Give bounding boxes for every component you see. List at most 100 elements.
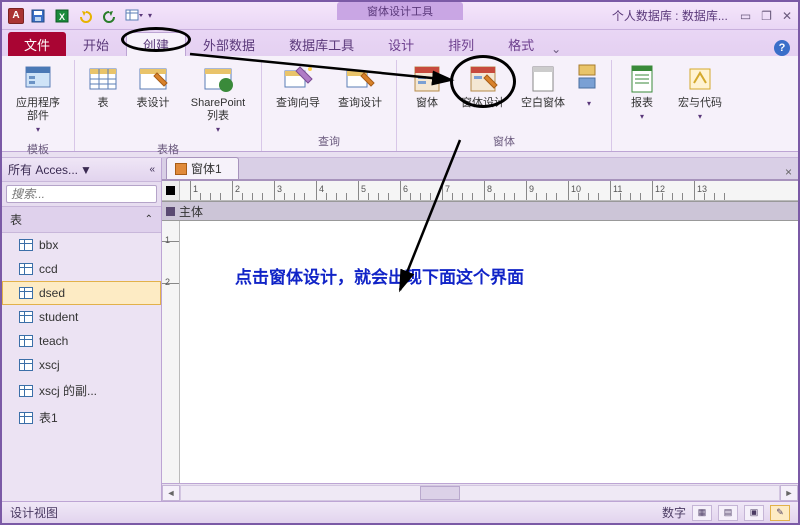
macro-button[interactable]: 宏与代码▾ — [670, 60, 730, 126]
nav-item[interactable]: xscj 的副... — [2, 377, 161, 404]
scroll-thumb[interactable] — [420, 486, 460, 500]
group-reports-macros: 报表▾ 宏与代码▾ — [612, 60, 738, 151]
horizontal-scrollbar[interactable]: ◄ ► — [162, 483, 798, 501]
query-design-icon — [344, 63, 376, 95]
table-design-button[interactable]: 表设计 — [129, 60, 177, 113]
tab-create[interactable]: 创建 — [126, 32, 186, 56]
nav-item[interactable]: teach — [2, 329, 161, 353]
more-forms-button[interactable]: ▾ — [575, 60, 603, 113]
group-tables-label: 表格 — [83, 139, 253, 159]
group-templates-label: 模板 — [10, 139, 66, 159]
file-tab[interactable]: 文件 — [8, 32, 66, 56]
ruler-tick-label: 5 — [361, 184, 366, 194]
undo-icon[interactable] — [76, 6, 96, 26]
view-datasheet-icon[interactable]: ▤ — [718, 505, 738, 521]
nav-group-tables-label: 表 — [10, 211, 22, 228]
nav-item[interactable]: student — [2, 305, 161, 329]
query-design-label: 查询设计 — [338, 97, 382, 110]
select-all-box[interactable] — [166, 186, 175, 195]
sharepoint-button[interactable]: SharePoint 列表▾ — [183, 60, 253, 139]
status-bar: 设计视图 数字 ▦ ▤ ▣ ✎ — [2, 501, 798, 523]
help-icon[interactable]: ? — [774, 40, 790, 56]
table-object-icon — [19, 263, 33, 275]
query-design-button[interactable]: 查询设计 — [332, 60, 388, 113]
query-wizard-icon — [282, 63, 314, 95]
window-controls: ▭ ❐ ✕ — [740, 9, 792, 23]
status-right-text: 数字 — [662, 504, 686, 521]
nav-group-tables[interactable]: 表 ⌃ — [2, 207, 161, 233]
nav-header-label: 所有 Acces... — [8, 161, 78, 178]
table-dropdown-icon[interactable] — [124, 6, 144, 26]
form-canvas[interactable]: 点击窗体设计，就会出现下面这个界面 — [180, 221, 798, 483]
table-button[interactable]: 表 — [83, 60, 123, 113]
chevron-down-icon: ▼ — [80, 163, 92, 177]
tab-format[interactable]: 格式 — [491, 32, 551, 56]
nav-item-label: xscj — [39, 358, 60, 372]
nav-item-label: 表1 — [39, 409, 58, 426]
vertical-ruler: 12 — [162, 221, 180, 483]
close-icon[interactable]: ✕ — [782, 9, 792, 23]
document-tab[interactable]: 窗体1 — [166, 157, 239, 179]
query-wizard-button[interactable]: 查询向导 — [270, 60, 326, 113]
ribbon-tabs: 文件 开始 创建 外部数据 数据库工具 设计 排列 格式 ⌄ ? — [2, 30, 798, 56]
section-header-body[interactable]: 主体 — [162, 201, 798, 221]
nav-item[interactable]: bbx — [2, 233, 161, 257]
vruler-tick-label: 1 — [165, 235, 170, 245]
view-form-icon[interactable]: ▦ — [692, 505, 712, 521]
design-surface[interactable]: 12345678910111213 主体 12 点击窗体设计，就会出现下面这个界… — [162, 180, 798, 483]
app-parts-button[interactable]: 应用程序部件▾ — [10, 60, 66, 139]
main-area: 所有 Acces... ▼ « 🔍 表 ⌃ bbxccddsedstudent t… — [2, 158, 798, 501]
quick-access-toolbar: X ▾ — [28, 6, 152, 26]
app-icon: A — [8, 8, 24, 24]
excel-icon[interactable]: X — [52, 6, 72, 26]
view-layout-icon[interactable]: ▣ — [744, 505, 764, 521]
scroll-right-icon[interactable]: ► — [780, 485, 798, 501]
redo-icon[interactable] — [100, 6, 120, 26]
nav-item[interactable]: ccd — [2, 257, 161, 281]
close-tab-icon[interactable]: × — [785, 165, 792, 179]
document-area: 窗体1 × 12345678910111213 主体 12 点击窗体设计，就会出… — [162, 158, 798, 501]
table-object-icon — [19, 287, 33, 299]
tab-external-data[interactable]: 外部数据 — [186, 32, 272, 56]
qat-customize-icon[interactable]: ▾ — [148, 11, 152, 20]
scroll-left-icon[interactable]: ◄ — [162, 485, 180, 501]
section-selector-icon[interactable] — [166, 207, 175, 216]
view-design-icon[interactable]: ✎ — [770, 505, 790, 521]
nav-search: 🔍 — [2, 182, 161, 207]
nav-item[interactable]: xscj — [2, 353, 161, 377]
form-icon — [411, 63, 443, 95]
collapse-ribbon-icon[interactable]: ⌄ — [551, 42, 561, 56]
collapse-nav-icon[interactable]: « — [149, 164, 155, 175]
blank-form-button[interactable]: 空白窗体 — [517, 60, 569, 113]
report-label: 报表 — [631, 97, 653, 109]
table-object-icon — [19, 335, 33, 347]
nav-item-label: xscj 的副... — [39, 382, 97, 399]
tab-home[interactable]: 开始 — [66, 32, 126, 56]
nav-item[interactable]: 表1 — [2, 404, 161, 431]
nav-item-label: teach — [39, 334, 68, 348]
minimize-icon[interactable]: ▭ — [740, 9, 751, 23]
form-label: 窗体 — [416, 97, 438, 110]
form-button[interactable]: 窗体 — [405, 60, 449, 113]
tab-design[interactable]: 设计 — [371, 32, 431, 56]
scroll-track[interactable] — [180, 485, 780, 501]
search-input[interactable] — [11, 187, 168, 201]
collapse-group-icon[interactable]: ⌃ — [145, 214, 153, 225]
nav-header[interactable]: 所有 Acces... ▼ « — [2, 158, 161, 182]
window-title: 个人数据库 : 数据库... — [612, 7, 732, 24]
table-label: 表 — [98, 97, 109, 110]
tab-database-tools[interactable]: 数据库工具 — [272, 32, 371, 56]
ruler-tick-label: 4 — [319, 184, 324, 194]
nav-item[interactable]: dsed — [2, 281, 161, 305]
ruler-tick-label: 10 — [571, 184, 581, 194]
tab-arrange[interactable]: 排列 — [431, 32, 491, 56]
report-button[interactable]: 报表▾ — [620, 60, 664, 126]
ruler-corner[interactable] — [162, 181, 180, 201]
form-design-label: 窗体设计 — [461, 97, 505, 110]
form-design-button[interactable]: 窗体设计 — [455, 60, 511, 113]
ruler-tick-label: 2 — [235, 184, 240, 194]
macro-icon — [684, 63, 716, 95]
group-forms: 窗体 窗体设计 空白窗体 ▾ 窗体 — [397, 60, 612, 151]
save-icon[interactable] — [28, 6, 48, 26]
restore-icon[interactable]: ❐ — [761, 9, 772, 23]
